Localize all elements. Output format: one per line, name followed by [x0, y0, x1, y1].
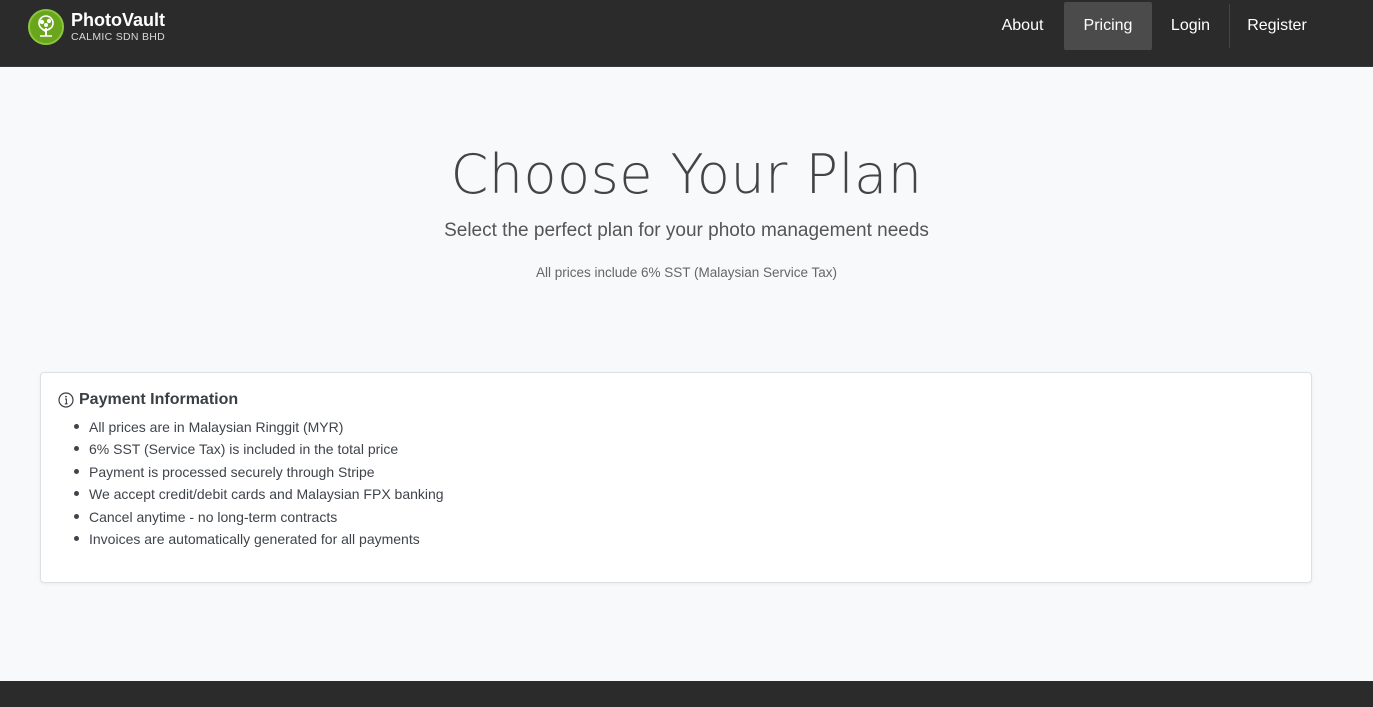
payment-info-heading: Payment Information	[58, 391, 238, 409]
nav-pricing[interactable]: Pricing	[1064, 2, 1152, 50]
main-nav: About Pricing Login Register	[981, 2, 1325, 50]
info-icon	[58, 392, 74, 408]
list-item: We accept credit/debit cards and Malaysi…	[74, 485, 444, 507]
tree-icon	[28, 9, 64, 45]
brand[interactable]: PhotoVault CALMIC SDN BHD	[28, 9, 165, 45]
nav-login[interactable]: Login	[1152, 2, 1229, 50]
tax-note: All prices include 6% SST (Malaysian Ser…	[535, 265, 838, 280]
nav-divider	[1229, 4, 1230, 48]
nav-about[interactable]: About	[981, 2, 1064, 50]
payment-info-card: Payment Information All prices are in Ma…	[40, 372, 1312, 583]
top-navbar: PhotoVault CALMIC SDN BHD About Pricing …	[0, 0, 1373, 67]
page-subtitle: Select the perfect plan for your photo m…	[444, 220, 929, 241]
list-item: Cancel anytime - no long-term contracts	[74, 508, 444, 530]
list-item: Invoices are automatically generated for…	[74, 530, 444, 552]
payment-info-title: Payment Information	[79, 391, 239, 408]
list-item: 6% SST (Service Tax) is included in the …	[74, 440, 444, 462]
brand-name: PhotoVault	[71, 10, 165, 30]
footer	[0, 681, 1373, 707]
list-item: Payment is processed securely through St…	[74, 463, 444, 485]
list-item: All prices are in Malaysian Ringgit (MYR…	[74, 418, 444, 440]
brand-subtitle: CALMIC SDN BHD	[71, 31, 166, 43]
page-title: Choose Your Plan	[450, 143, 923, 206]
nav-register[interactable]: Register	[1229, 2, 1325, 50]
payment-info-list: All prices are in Malaysian Ringgit (MYR…	[74, 418, 444, 552]
